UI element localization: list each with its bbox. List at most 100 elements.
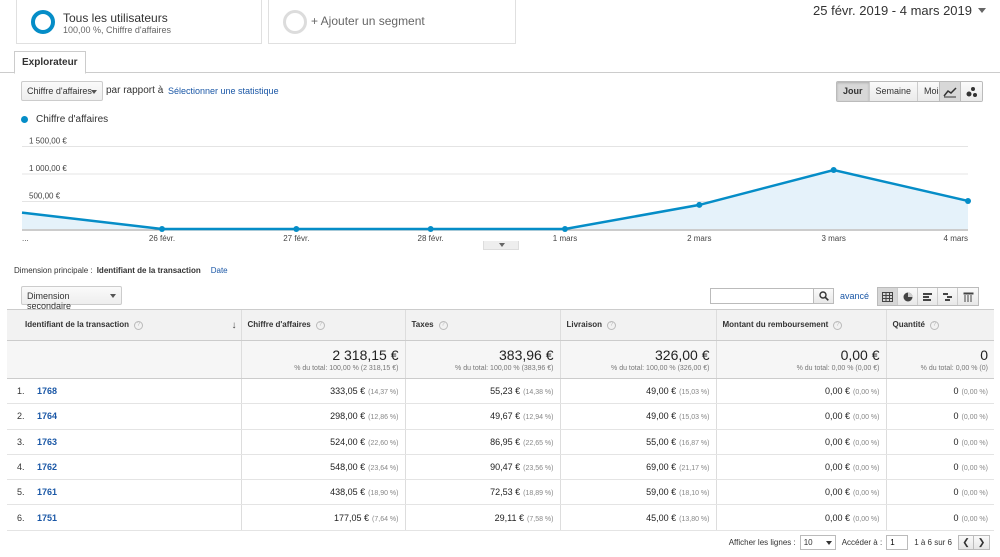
transaction-id-link[interactable]: 1764 (37, 411, 57, 421)
column-header-transaction-id[interactable]: Identifiant de la transaction? ↓ (7, 309, 241, 341)
goto-page-input[interactable] (886, 535, 909, 550)
help-icon[interactable]: ? (315, 320, 325, 330)
metric-cell: 45,00 € (13,80 %) (559, 504, 716, 531)
metric-value: 0,00 € (825, 436, 851, 447)
line-chart-button[interactable] (940, 82, 961, 101)
metric-value: 49,00 € (646, 411, 677, 422)
total-cell: 383,96 € % du total: 100,00 % (383,96 €) (404, 340, 560, 379)
metric-cell: 86,95 € (22,65 %) (404, 429, 560, 455)
help-icon[interactable]: ? (607, 320, 617, 330)
metric-percent: (7,58 %) (527, 515, 554, 523)
metric-percent: (21,17 %) (679, 465, 710, 473)
metric-select[interactable]: Chiffre d'affaires (21, 81, 103, 101)
pivot-view-button[interactable] (958, 288, 978, 305)
metric-cell: 0,00 € (0,00 %) (715, 403, 886, 430)
metric-select-value: Chiffre d'affaires (27, 86, 92, 96)
metric-percent: (0,00 %) (853, 465, 880, 473)
search-button[interactable] (814, 288, 834, 304)
table-view-button[interactable] (878, 288, 898, 305)
date-range-picker[interactable]: 25 févr. 2019 - 4 mars 2019 (813, 3, 986, 18)
transaction-id-link[interactable]: 1763 (37, 437, 57, 447)
help-icon[interactable]: ? (134, 320, 144, 330)
metric-cell: 0,00 € (0,00 %) (715, 504, 886, 531)
compare-label: par rapport à (106, 85, 164, 96)
comparison-view-button[interactable] (938, 288, 958, 305)
metric-value: 49,67 € (490, 411, 521, 422)
add-segment-button[interactable]: + Ajouter un segment (268, 0, 516, 44)
period-week-button[interactable]: Semaine (869, 82, 919, 101)
column-header-quantity[interactable]: Quantité? (885, 309, 994, 341)
select-stat-link[interactable]: Sélectionner une statistique (168, 86, 279, 96)
metric-percent: (12,86 %) (368, 414, 399, 422)
motion-chart-button[interactable] (961, 82, 982, 101)
metric-value: 69,00 € (646, 462, 677, 473)
pivot-icon (963, 292, 973, 302)
primary-dimension-date-link[interactable]: Date (211, 266, 228, 275)
metric-percent: (18,89 %) (523, 490, 554, 498)
advanced-filter-link[interactable]: avancé (840, 291, 869, 301)
metric-percent: (0,00 %) (961, 389, 988, 397)
series-area (22, 170, 968, 229)
chart-type-toggle (939, 81, 983, 102)
metric-value: 0,00 € (825, 386, 851, 397)
column-header-shipping[interactable]: Livraison? (559, 309, 716, 341)
chart-collapse-handle[interactable] (483, 241, 519, 250)
bar-view-button[interactable] (918, 288, 938, 305)
column-header-label: Quantité (892, 320, 925, 330)
pie-view-button[interactable] (898, 288, 918, 305)
metric-value: 0 (953, 386, 959, 397)
metric-value: 59,00 € (646, 487, 677, 498)
tab-explorer[interactable]: Explorateur (14, 51, 86, 74)
tab-bar: Explorateur (0, 51, 1000, 74)
prev-page-button[interactable]: ❮ (958, 535, 974, 550)
segment-subtitle: 100,00 %, Chiffre d'affaires (63, 25, 171, 35)
totals-label-cell (7, 340, 241, 379)
transaction-id-link[interactable]: 1762 (37, 462, 57, 472)
rows-per-page-select[interactable]: 10 (799, 535, 836, 550)
x-tick-label: 3 mars (821, 234, 845, 243)
y-tick-label: 500,00 € (29, 192, 61, 201)
column-header-tax[interactable]: Taxes? (404, 309, 560, 341)
total-subtext: % du total: 100,00 % (326,00 €) (611, 365, 710, 372)
search-input[interactable] (710, 288, 814, 304)
column-header-label: Livraison (566, 320, 603, 330)
data-point (293, 226, 300, 232)
metric-cell: 0,00 € (0,00 %) (715, 429, 886, 455)
help-icon[interactable]: ? (833, 320, 843, 330)
metric-cell: 0,00 € (0,00 %) (715, 454, 886, 481)
metric-percent: (18,90 %) (368, 490, 399, 498)
date-range-label: 25 févr. 2019 - 4 mars 2019 (813, 3, 972, 18)
secondary-dimension-select[interactable]: Dimension secondaire (21, 286, 122, 311)
metric-value: 90,47 € (490, 462, 521, 473)
metric-value: 177,05 € (333, 512, 370, 523)
metric-percent: (0,00 %) (853, 389, 880, 397)
total-subtext: % du total: 0,00 % (0,00 €) (796, 365, 880, 372)
next-page-button[interactable]: ❯ (974, 535, 990, 550)
primary-dimension-row: Dimension principale : Identifiant de la… (14, 266, 228, 275)
metric-percent: (15,03 %) (679, 414, 710, 422)
metric-value: 333,05 € (330, 386, 366, 397)
metric-value: 72,53 € (490, 487, 521, 498)
column-header-refund[interactable]: Montant du remboursement? (715, 309, 886, 341)
chevron-down-icon (978, 8, 986, 13)
metric-value: 0,00 € (825, 462, 851, 473)
metric-cell: 524,00 € (22,60 %) (240, 429, 405, 455)
bar-chart-icon (922, 292, 932, 301)
metric-value: 86,95 € (490, 436, 521, 447)
transaction-id-link[interactable]: 1768 (37, 386, 57, 396)
period-day-button[interactable]: Jour (837, 82, 870, 101)
segment-all-users[interactable]: Tous les utilisateurs 100,00 %, Chiffre … (16, 0, 262, 44)
empty-segment-icon (283, 10, 307, 34)
metric-cell: 29,11 € (7,58 %) (404, 504, 560, 531)
period-toggle: Jour Semaine Mois (836, 81, 951, 102)
column-header-revenue[interactable]: Chiffre d'affaires? (240, 309, 405, 341)
row-number: 6. (17, 512, 25, 523)
transaction-id-link[interactable]: 1751 (37, 513, 57, 523)
metric-percent: (22,60 %) (368, 439, 399, 447)
transaction-id-link[interactable]: 1761 (37, 487, 57, 497)
help-icon[interactable]: ? (438, 320, 448, 330)
primary-dimension-active: Identifiant de la transaction (96, 266, 201, 275)
x-tick-label: 4 mars (944, 234, 968, 243)
metric-percent: (13,80 %) (679, 515, 710, 523)
help-icon[interactable]: ? (929, 320, 939, 330)
